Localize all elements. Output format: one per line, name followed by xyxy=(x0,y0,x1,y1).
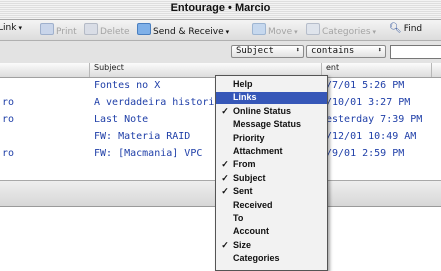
menu-item-received[interactable]: Received xyxy=(216,200,327,212)
message-sent: /10/01 3:27 PM xyxy=(326,97,411,108)
move-button-label: Move xyxy=(268,27,293,37)
updown-arrows-icon: ⬍ xyxy=(377,46,382,54)
column-picker-button[interactable] xyxy=(431,63,441,77)
menu-item-label: Help xyxy=(233,79,253,89)
link-button[interactable]: Link▾ xyxy=(0,23,22,37)
message-sent: /9/01 2:59 PM xyxy=(326,148,405,159)
message-subject: Fontes no X xyxy=(94,80,161,91)
menu-item-subject[interactable]: ✓ Subject xyxy=(216,173,327,185)
checkmark-icon: ✓ xyxy=(221,105,229,116)
categories-button-label: Categories xyxy=(322,27,371,37)
move-icon xyxy=(252,23,266,35)
menu-item-label: Online Status xyxy=(233,105,292,116)
print-button-label: Print xyxy=(56,27,77,37)
menu-item-to[interactable]: To xyxy=(216,213,327,225)
menu-item-attachment[interactable]: Attachment xyxy=(216,146,327,158)
column-header-sent[interactable]: ent xyxy=(321,63,431,77)
updown-arrows-icon: ⬍ xyxy=(295,46,300,54)
message-subject: FW: Materia RAID xyxy=(94,131,191,142)
menu-item-label: Priority xyxy=(233,132,265,143)
column-header-subject-label: Subject xyxy=(94,63,124,72)
message-sent: esterday 7:39 PM xyxy=(326,114,423,125)
column-header-from[interactable] xyxy=(0,63,89,77)
message-from: ro xyxy=(2,97,15,108)
link-button-label: Link xyxy=(0,23,17,33)
menu-item-label: Attachment xyxy=(233,146,283,156)
filter-search-input[interactable] xyxy=(390,45,441,59)
message-sent: /12/01 10:49 AM xyxy=(326,131,417,142)
toolbar: Link▾ Print Delete Send & Receive▾ Move▾… xyxy=(0,20,441,41)
checkmark-icon: ✓ xyxy=(221,186,229,197)
link-menu-arrow-icon[interactable]: ▾ xyxy=(18,24,22,32)
filter-bar: Subject ⬍ contains ⬍ xyxy=(0,41,441,64)
menu-item-label: Links xyxy=(233,92,257,103)
filter-operator-value: contains xyxy=(311,46,355,56)
message-subject: FW: [Macmania] VPC xyxy=(94,148,203,159)
menu-item-online-status[interactable]: ✓ Online Status xyxy=(216,106,327,118)
send-receive-label: Send & Receive xyxy=(153,27,224,37)
send-receive-icon xyxy=(137,23,151,35)
menu-item-label: Subject xyxy=(233,172,266,183)
message-sent: /7/01 5:26 PM xyxy=(326,80,405,91)
send-receive-button[interactable]: Send & Receive ▾ xyxy=(137,23,229,37)
menu-item-label: Received xyxy=(233,199,273,210)
find-button-label: Find xyxy=(403,24,423,34)
filter-field-select[interactable]: Subject ⬍ xyxy=(231,45,304,58)
categories-button[interactable]: Categories ▾ xyxy=(306,23,376,37)
trash-icon xyxy=(84,23,98,35)
message-from: ro xyxy=(2,148,15,159)
message-from: ro xyxy=(2,114,15,125)
filter-field-value: Subject xyxy=(236,46,274,56)
message-subject: A verdadeira histori xyxy=(94,97,215,108)
checkmark-icon: ✓ xyxy=(221,159,229,170)
filter-operator-select[interactable]: contains ⬍ xyxy=(306,45,386,58)
menu-item-label: From xyxy=(233,159,256,170)
find-button[interactable]: 🔍︎ Find xyxy=(389,23,422,37)
menu-item-categories[interactable]: Categories xyxy=(216,253,327,265)
move-arrow-icon[interactable]: ▾ xyxy=(294,28,298,36)
menu-item-size[interactable]: ✓ Size xyxy=(216,240,327,252)
menu-item-label: Sent xyxy=(233,186,253,197)
title-bar[interactable]: Entourage • Marcio xyxy=(0,0,441,20)
menu-item-message-status[interactable]: Message Status xyxy=(216,119,327,131)
move-button[interactable]: Move ▾ xyxy=(252,23,298,37)
print-button[interactable]: Print xyxy=(40,23,77,37)
delete-button-label: Delete xyxy=(100,27,130,37)
menu-item-label: To xyxy=(233,213,244,223)
categories-arrow-icon[interactable]: ▾ xyxy=(373,28,377,36)
categories-icon xyxy=(306,23,320,35)
menu-item-label: Size xyxy=(233,239,252,250)
magnifier-icon: 🔍︎ xyxy=(389,23,402,34)
window-title: Entourage • Marcio xyxy=(170,2,271,14)
menu-item-label: Categories xyxy=(233,253,280,264)
column-header-sent-label: ent xyxy=(326,63,340,72)
column-options-menu: Help Links ✓ Online Status Message Status Pri… xyxy=(215,75,328,271)
menu-item-from[interactable]: ✓ From xyxy=(216,159,327,171)
menu-item-sent[interactable]: ✓ Sent xyxy=(216,186,327,198)
menu-item-help[interactable]: Help xyxy=(216,79,327,91)
send-receive-arrow-icon[interactable]: ▾ xyxy=(226,28,230,36)
menu-item-label: Account xyxy=(233,226,269,237)
menu-item-account[interactable]: Account xyxy=(216,226,327,238)
checkmark-icon: ✓ xyxy=(221,239,229,250)
delete-button[interactable]: Delete xyxy=(84,23,130,37)
menu-item-label: Message Status xyxy=(233,119,302,130)
message-subject: Last Note xyxy=(94,114,149,125)
printer-icon xyxy=(40,23,54,35)
menu-item-links[interactable]: Links xyxy=(216,92,327,105)
menu-item-priority[interactable]: Priority xyxy=(216,133,327,145)
checkmark-icon: ✓ xyxy=(221,172,229,183)
